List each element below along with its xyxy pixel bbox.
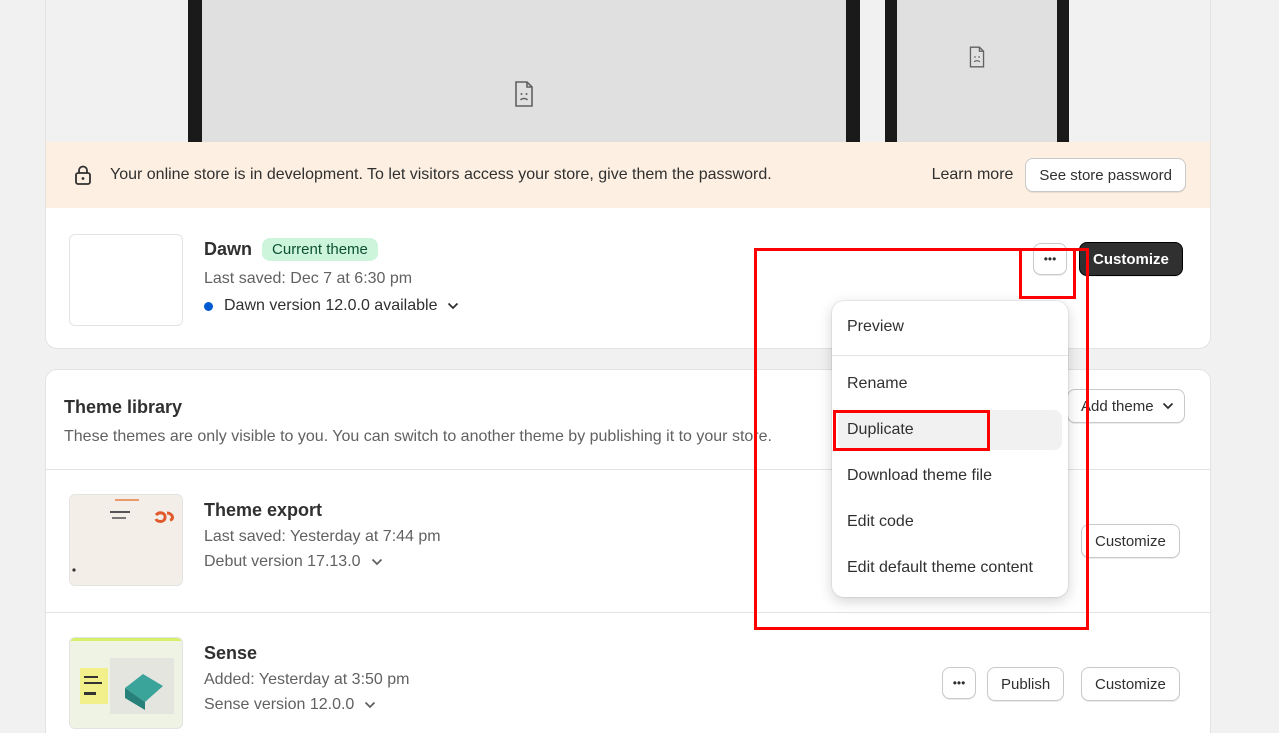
theme-name: Theme export	[204, 500, 323, 520]
theme-row: Sense Added: Yesterday at 3:50 pm Sense …	[46, 613, 1210, 733]
publish-button[interactable]: Publish	[987, 667, 1065, 701]
development-banner: Your online store is in development. To …	[46, 142, 1210, 208]
theme-library-title: Theme library	[64, 397, 183, 417]
current-theme-version: Dawn version 12.0.0 available	[224, 297, 438, 314]
version-update-toggle[interactable]: Dawn version 12.0.0 available	[204, 297, 459, 315]
chevron-down-icon	[371, 558, 382, 566]
theme-version: Debut version 17.13.0	[204, 553, 361, 570]
menu-item-edit-default-theme-content[interactable]: Edit default theme content	[838, 548, 1062, 588]
current-theme-name: Dawn	[204, 239, 253, 259]
theme-preview-area	[46, 0, 1210, 142]
theme-export-preview-image	[70, 495, 182, 585]
sense-preview-image	[70, 638, 182, 728]
see-store-password-button[interactable]: See store password	[1025, 158, 1186, 192]
customize-button[interactable]: Customize	[1081, 524, 1180, 558]
menu-item-preview[interactable]: Preview	[838, 307, 1062, 347]
lock-icon	[75, 165, 91, 185]
theme-actions-menu: Preview Rename Duplicate Download theme …	[832, 301, 1068, 597]
theme-library-subtitle: These themes are only visible to you. Yo…	[64, 428, 772, 445]
menu-item-edit-code[interactable]: Edit code	[838, 502, 1062, 542]
current-theme-card: Your online store is in development. To …	[45, 0, 1211, 349]
broken-image-icon	[515, 81, 533, 107]
menu-item-rename[interactable]: Rename	[838, 364, 1062, 404]
current-theme-thumbnail	[69, 234, 183, 326]
menu-item-duplicate[interactable]: Duplicate	[838, 410, 1062, 450]
chevron-down-icon	[448, 302, 459, 310]
learn-more-link[interactable]: Learn more	[932, 166, 1014, 184]
banner-message: Your online store is in development. To …	[110, 166, 772, 183]
add-theme-label: Add theme	[1081, 397, 1154, 415]
theme-saved: Last saved: Yesterday at 7:44 pm	[204, 528, 441, 545]
update-dot-icon	[204, 301, 213, 311]
theme-name: Sense	[204, 643, 258, 663]
theme-export-thumbnail	[69, 494, 183, 586]
customize-current-theme-button[interactable]: Customize	[1079, 242, 1183, 276]
desktop-preview	[188, 0, 860, 142]
add-theme-button[interactable]: Add theme	[1067, 389, 1185, 423]
menu-separator	[832, 355, 1068, 356]
chevron-down-icon	[1162, 402, 1173, 410]
current-theme-saved: Last saved: Dec 7 at 6:30 pm	[204, 270, 413, 287]
mobile-preview	[885, 0, 1069, 142]
theme-version-toggle[interactable]: Debut version 17.13.0	[204, 553, 441, 571]
chevron-down-icon	[365, 701, 376, 709]
theme-version-toggle[interactable]: Sense version 12.0.0	[204, 696, 409, 714]
menu-item-download-theme-file[interactable]: Download theme file	[838, 456, 1062, 496]
customize-button[interactable]: Customize	[1081, 667, 1180, 701]
current-theme-badge: Current theme	[262, 238, 378, 261]
more-actions-button[interactable]: •••	[942, 667, 976, 699]
theme-version: Sense version 12.0.0	[204, 696, 355, 713]
more-actions-button[interactable]: •••	[1033, 243, 1067, 275]
sense-thumbnail	[69, 637, 183, 729]
broken-image-icon	[969, 46, 985, 67]
theme-saved: Added: Yesterday at 3:50 pm	[204, 671, 410, 688]
